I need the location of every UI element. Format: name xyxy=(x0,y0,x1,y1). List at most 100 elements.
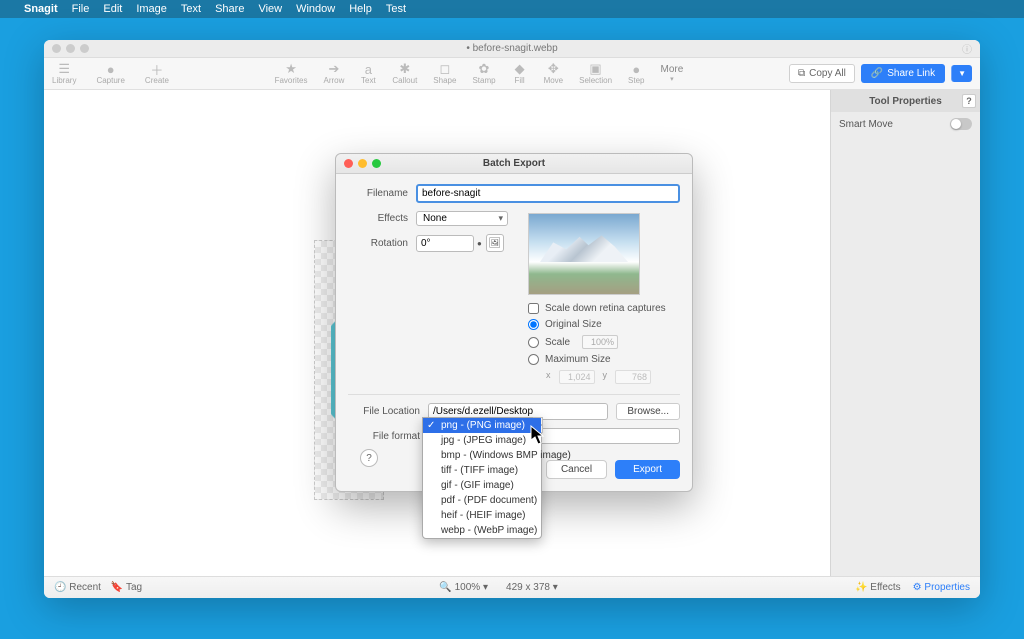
scale-down-retina-checkbox[interactable] xyxy=(528,303,539,314)
format-option-gif[interactable]: gif - (GIF image) xyxy=(423,478,541,493)
file-format-dropdown[interactable]: ▲▼ png - (PNG image) jpg - (JPEG image) … xyxy=(422,417,542,539)
effects-select[interactable]: None xyxy=(416,211,508,226)
rotation-dot-icon[interactable]: ● xyxy=(477,239,482,248)
magnifier-icon: 🔍 xyxy=(439,582,451,593)
menu-test[interactable]: Test xyxy=(386,3,406,15)
export-button[interactable]: Export xyxy=(615,460,680,479)
stamp-tool[interactable]: ✿Stamp xyxy=(472,62,495,85)
window-title: • before-snagit.webp xyxy=(466,43,557,54)
scale-value-input[interactable] xyxy=(582,335,618,349)
browse-button[interactable]: Browse... xyxy=(616,403,680,420)
rotation-label: Rotation xyxy=(348,238,416,249)
menu-view[interactable]: View xyxy=(258,3,282,15)
text-tool[interactable]: aText xyxy=(360,62,376,85)
smart-move-label: Smart Move xyxy=(839,119,893,130)
cancel-button[interactable]: Cancel xyxy=(546,460,607,479)
format-option-jpg[interactable]: jpg - (JPEG image) xyxy=(423,433,541,448)
close-icon[interactable] xyxy=(52,44,61,53)
filename-label: Filename xyxy=(348,188,416,199)
max-size-radio[interactable] xyxy=(528,354,539,365)
dimensions: 429 x 378 ▾ xyxy=(506,582,558,593)
shape-icon: ◻ xyxy=(437,62,453,76)
menu-window[interactable]: Window xyxy=(296,3,335,15)
stamp-icon: ✿ xyxy=(476,62,492,76)
recent-button[interactable]: 🕘 Recent xyxy=(54,582,101,593)
callout-tool[interactable]: ✱Callout xyxy=(392,62,417,85)
copy-all-button[interactable]: ⧉Copy All xyxy=(789,64,855,83)
y-label: y xyxy=(603,370,608,384)
menu-share[interactable]: Share xyxy=(215,3,244,15)
create-icon: ＋ xyxy=(149,62,165,76)
original-size-radio[interactable] xyxy=(528,319,539,330)
x-input[interactable] xyxy=(559,370,595,384)
selection-tool[interactable]: ▣Selection xyxy=(579,62,612,85)
menu-file[interactable]: File xyxy=(72,3,90,15)
effects-button[interactable]: ✨ Effects xyxy=(855,582,901,593)
file-location-label: File Location xyxy=(348,406,428,417)
library-icon: ☰ xyxy=(56,62,72,76)
create-button[interactable]: ＋Create xyxy=(145,62,169,85)
format-option-heif[interactable]: heif - (HEIF image) xyxy=(423,508,541,523)
gear-icon: ⚙ xyxy=(913,582,922,593)
minimize-icon[interactable] xyxy=(66,44,75,53)
rotate-image-icon[interactable]: 🖼 xyxy=(486,234,504,252)
menu-help[interactable]: Help xyxy=(349,3,372,15)
library-button[interactable]: ☰Library xyxy=(52,62,76,85)
menu-image[interactable]: Image xyxy=(136,3,167,15)
menu-text[interactable]: Text xyxy=(181,3,201,15)
x-label: x xyxy=(546,370,551,384)
step-icon: ● xyxy=(628,62,644,76)
star-icon: ★ xyxy=(283,62,299,76)
modal-traffic-lights[interactable] xyxy=(344,159,381,168)
callout-icon: ✱ xyxy=(397,62,413,76)
tag-button[interactable]: 🔖 Tag xyxy=(111,582,142,593)
rotation-input[interactable] xyxy=(416,235,474,252)
format-option-png[interactable]: png - (PNG image) xyxy=(423,418,541,433)
wand-icon: ✨ xyxy=(855,582,867,593)
share-link-dropdown[interactable]: ▼ xyxy=(951,65,972,82)
fill-tool[interactable]: ◆Fill xyxy=(512,62,528,85)
arrow-tool[interactable]: ➔Arrow xyxy=(324,62,345,85)
menu-app-name[interactable]: Snagit xyxy=(24,3,58,15)
move-tool[interactable]: ✥Move xyxy=(544,62,564,85)
step-tool[interactable]: ●Step xyxy=(628,62,644,85)
move-icon: ✥ xyxy=(545,62,561,76)
help-icon[interactable]: ? xyxy=(962,94,976,108)
capture-button[interactable]: ●Capture xyxy=(96,62,124,85)
format-option-bmp[interactable]: bmp - (Windows BMP image) xyxy=(423,448,541,463)
format-option-pdf[interactable]: pdf - (PDF document) xyxy=(423,493,541,508)
effects-label: Effects xyxy=(348,213,416,224)
selection-icon: ▣ xyxy=(588,62,604,76)
text-icon: a xyxy=(360,62,376,76)
format-option-webp[interactable]: webp - (WebP image) xyxy=(423,523,541,538)
info-icon[interactable]: ⓘ xyxy=(962,41,972,56)
window-titlebar: • before-snagit.webp ⓘ xyxy=(44,40,980,58)
zoom-control[interactable]: 🔍 100% ▾ xyxy=(439,582,488,593)
modal-close-icon[interactable] xyxy=(344,159,353,168)
y-input[interactable] xyxy=(615,370,651,384)
fill-icon: ◆ xyxy=(512,62,528,76)
favorites-tool[interactable]: ★Favorites xyxy=(275,62,308,85)
help-button[interactable]: ? xyxy=(360,449,378,467)
filename-input[interactable] xyxy=(416,184,680,203)
copy-icon: ⧉ xyxy=(798,68,805,79)
side-panel-header: Tool Properties ? xyxy=(831,90,980,112)
more-tools[interactable]: More▾ xyxy=(661,64,684,83)
max-size-label: Maximum Size xyxy=(545,354,611,365)
modal-zoom-icon[interactable] xyxy=(372,159,381,168)
scale-label: Scale xyxy=(545,337,570,348)
original-size-label: Original Size xyxy=(545,319,602,330)
shape-tool[interactable]: ◻Shape xyxy=(433,62,456,85)
zoom-icon[interactable] xyxy=(80,44,89,53)
scale-radio[interactable] xyxy=(528,337,539,348)
smart-move-toggle[interactable] xyxy=(950,118,972,130)
menu-edit[interactable]: Edit xyxy=(103,3,122,15)
arrow-icon: ➔ xyxy=(326,62,342,76)
window-traffic-lights[interactable] xyxy=(52,44,89,53)
modal-minimize-icon[interactable] xyxy=(358,159,367,168)
mac-menubar[interactable]: Snagit File Edit Image Text Share View W… xyxy=(0,0,1024,18)
properties-button[interactable]: ⚙ Properties xyxy=(913,582,970,593)
format-option-tiff[interactable]: tiff - (TIFF image) xyxy=(423,463,541,478)
capture-icon: ● xyxy=(103,62,119,76)
share-link-button[interactable]: 🔗Share Link xyxy=(861,64,945,83)
